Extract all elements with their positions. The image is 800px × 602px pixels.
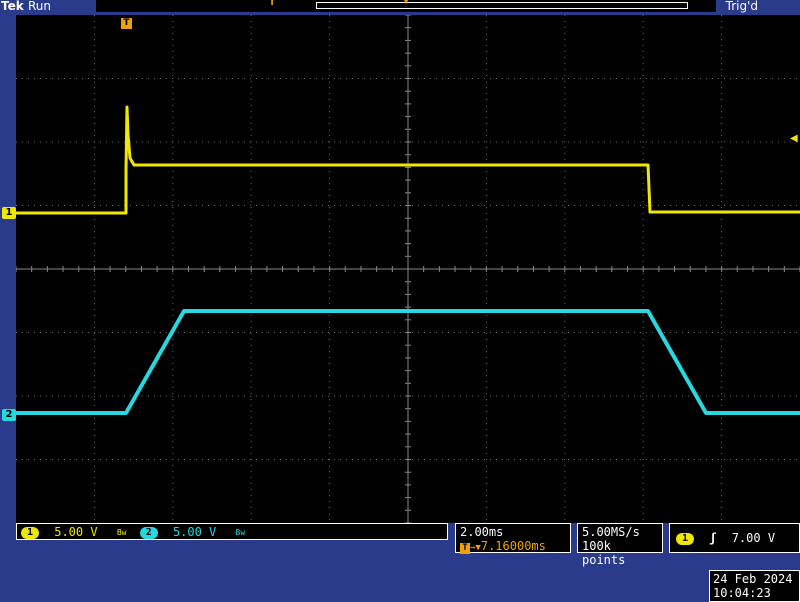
trigger-readout[interactable]: 1 ʃ 7.00 V [669, 523, 800, 553]
date-time-readout: 24 Feb 2024 10:04:23 [709, 570, 800, 602]
top-status-bar: Tek Run T ▼ Trig'd [0, 0, 800, 15]
arrow-right-icon: →▼ [470, 543, 481, 553]
ch1-ground-marker[interactable]: 1 [2, 207, 16, 219]
ch2-scale: 5.00 V [172, 525, 217, 539]
trigger-position-marker[interactable]: T [121, 18, 132, 29]
waveform-display[interactable]: T ◀ [16, 15, 800, 523]
sample-rate: 5.00MS/s [582, 525, 640, 539]
trigger-position-icon: T [460, 543, 470, 554]
record-length: 100k points [582, 539, 626, 567]
ch2-ground-marker[interactable]: 2 [2, 409, 16, 421]
trigger-level-arrow-icon[interactable]: ◀ [790, 133, 798, 144]
acquisition-readout[interactable]: 5.00MS/s 100k points [577, 523, 663, 567]
graticule-svg [16, 15, 800, 523]
ch2-bandwidth-limit: Bw [235, 527, 246, 537]
ch2-badge: 2 [139, 526, 158, 539]
record-trigger-marker: T [269, 0, 276, 8]
date: 24 Feb 2024 [713, 572, 793, 586]
ch1-badge: 1 [21, 526, 39, 539]
rising-edge-icon: ʃ [709, 531, 717, 545]
trigger-position-row: T →▼7.16000ms [460, 539, 566, 555]
record-view-bar[interactable]: T ▼ [96, 0, 716, 12]
run-state: Run [28, 0, 52, 13]
vertical-readout[interactable]: 1 5.00 V Bw 2 5.00 V Bw [16, 523, 448, 540]
horizontal-readout[interactable]: 2.00ms T →▼7.16000ms [455, 523, 571, 555]
brand-label: Tek [1, 0, 24, 13]
record-center-arrow-icon: ▼ [403, 0, 410, 5]
record-view-window[interactable] [316, 2, 688, 9]
ch1-scale: 5.00 V [54, 525, 98, 539]
time-per-division: 2.00ms [460, 525, 504, 539]
trigger-level: 7.00 V [731, 531, 776, 545]
ch1-bandwidth-limit: Bw [116, 527, 127, 537]
trigger-position-value: 7.16000ms [480, 539, 546, 553]
time: 10:04:23 [713, 586, 771, 600]
trigger-source-badge: 1 [676, 532, 694, 545]
trigger-status: Trig'd [725, 0, 758, 13]
